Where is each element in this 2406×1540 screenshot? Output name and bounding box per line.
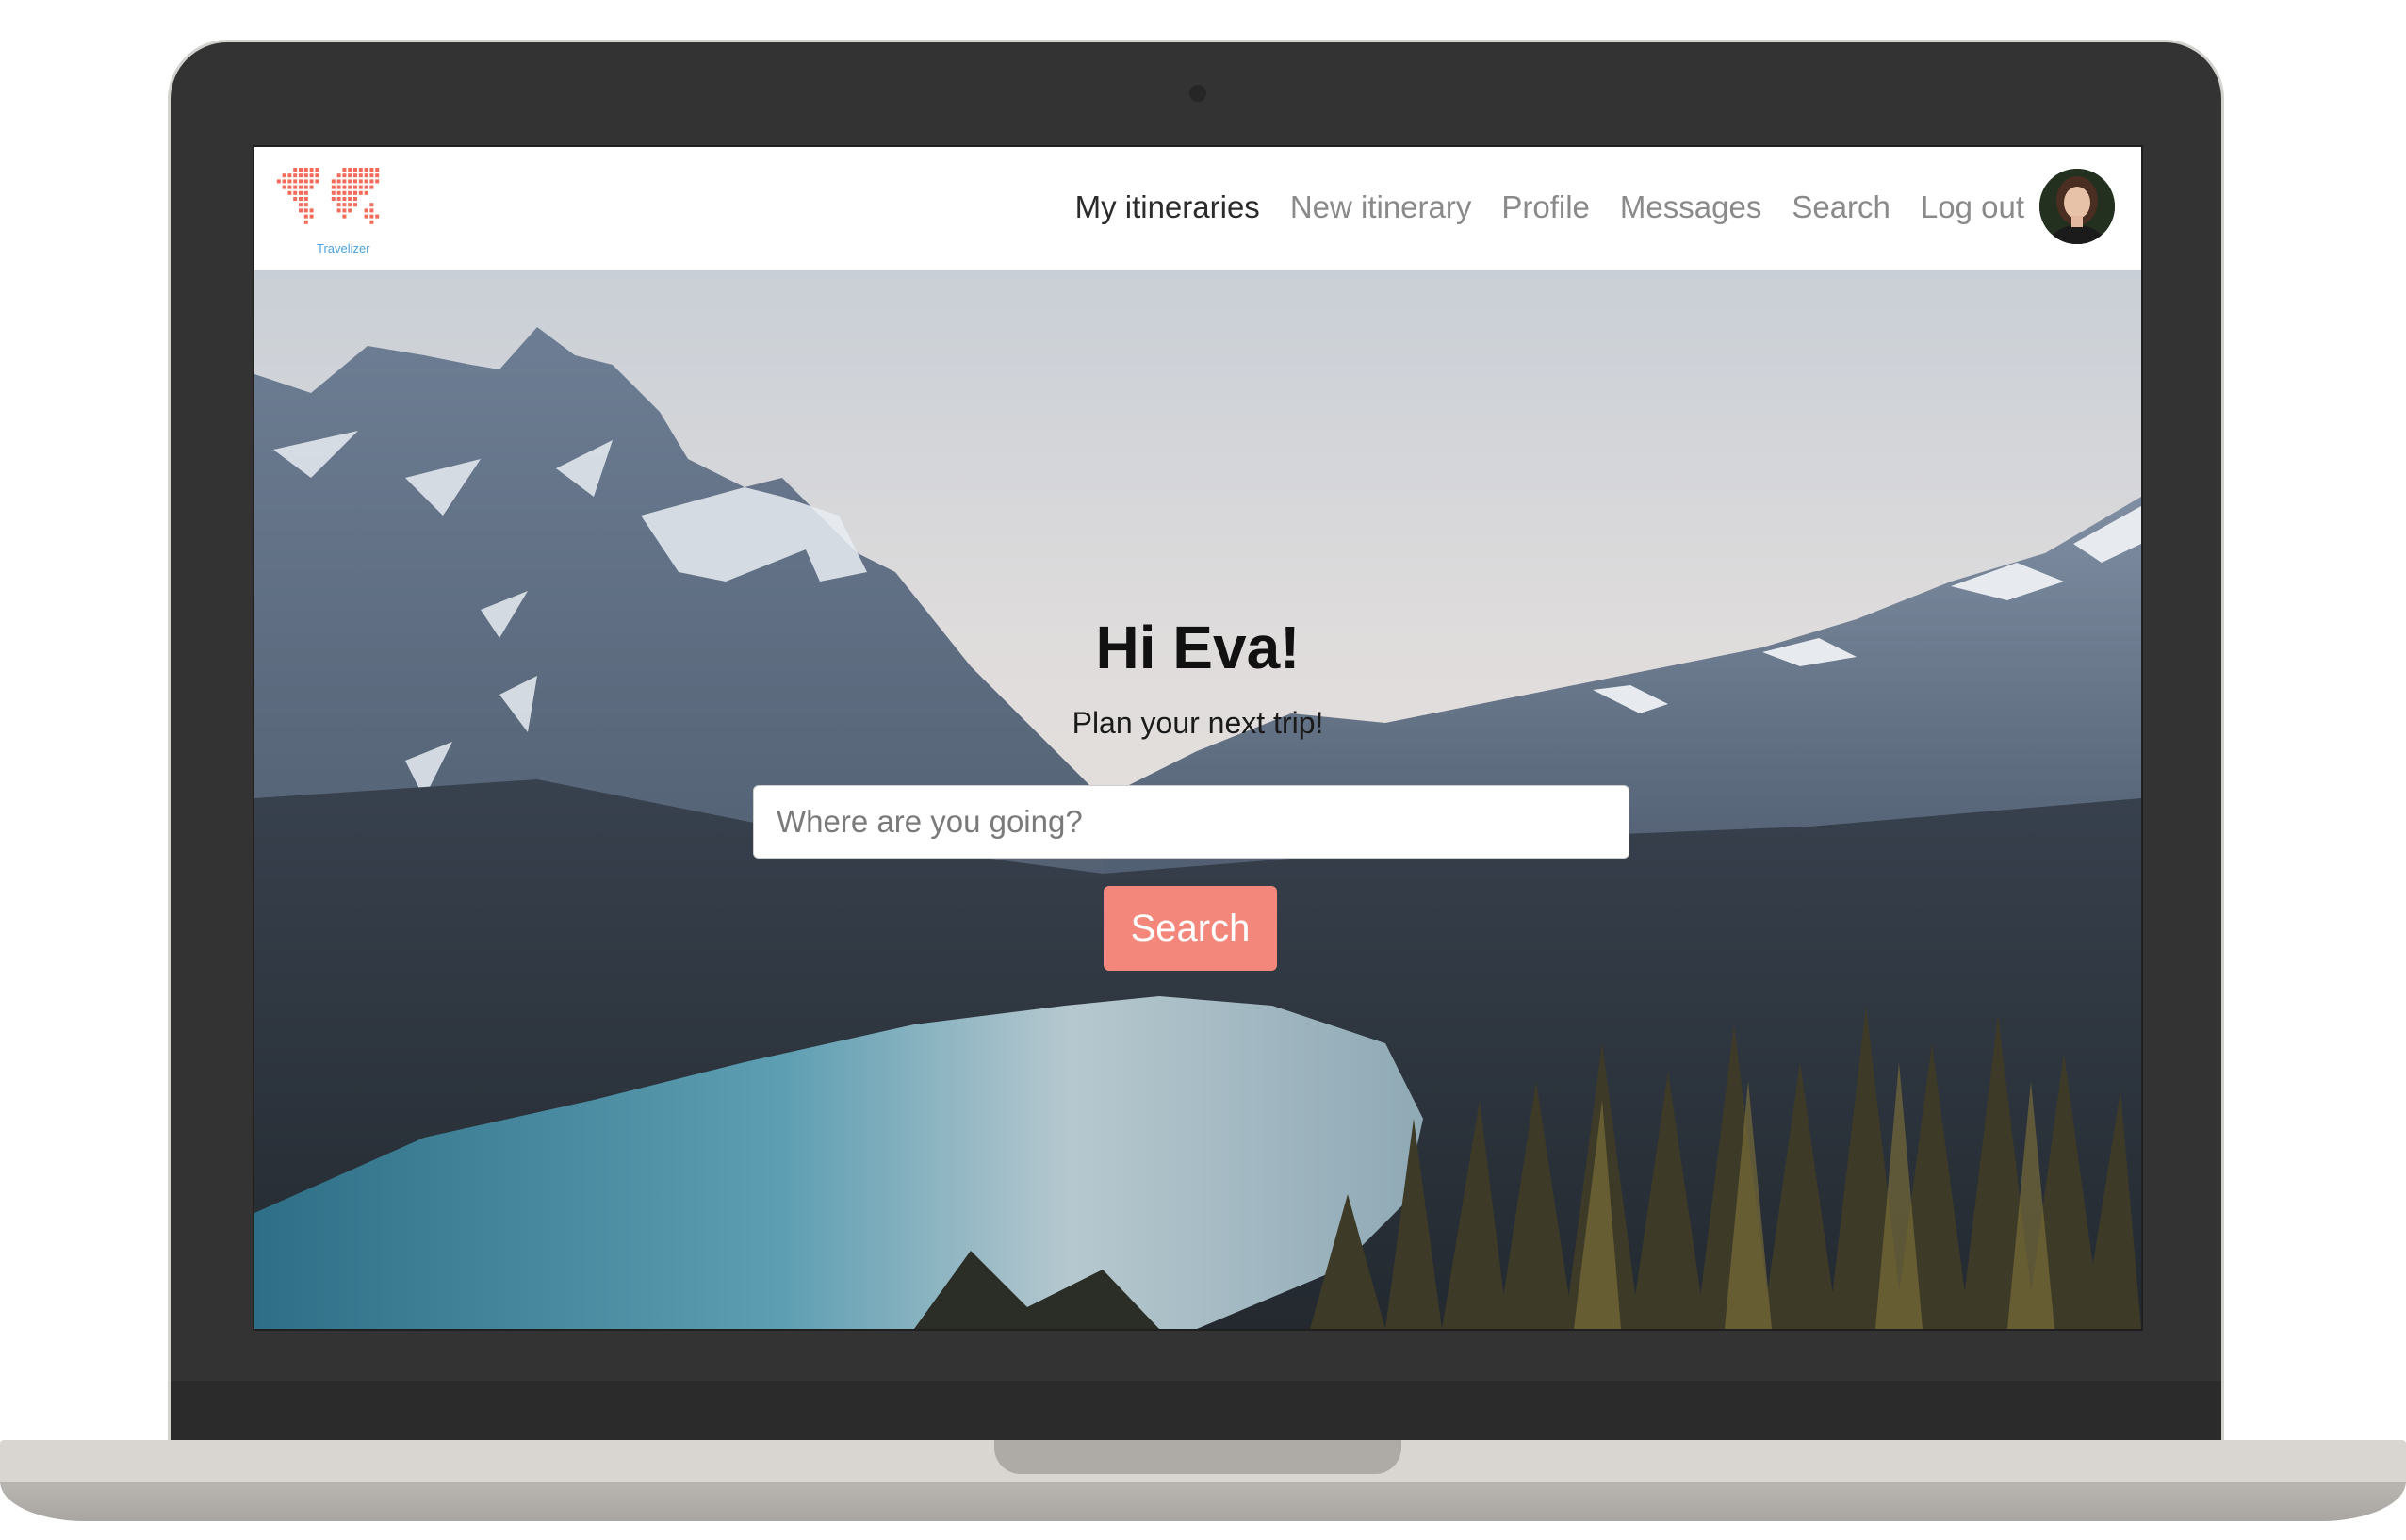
nav-messages[interactable]: Messages bbox=[1620, 188, 1761, 226]
logo-text: Travelizer bbox=[317, 241, 370, 255]
browser-screen: Travelizer My itineraries New itinerary … bbox=[253, 145, 2143, 1331]
greeting-heading: Hi Eva! bbox=[1095, 614, 1301, 681]
laptop-mockup: Travelizer My itineraries New itinerary … bbox=[0, 0, 2406, 1540]
laptop-notch bbox=[994, 1440, 1401, 1474]
avatar[interactable] bbox=[2039, 169, 2115, 244]
navbar: Travelizer My itineraries New itinerary … bbox=[254, 147, 2141, 270]
laptop-bezel-bottom bbox=[171, 1381, 2221, 1442]
search-button[interactable]: Search bbox=[1104, 886, 1277, 971]
greeting-subtitle: Plan your next trip! bbox=[1072, 706, 1324, 740]
nav-log-out[interactable]: Log out bbox=[1921, 188, 2024, 226]
destination-search-input[interactable] bbox=[753, 785, 1629, 859]
user-avatar-icon bbox=[2039, 169, 2115, 244]
nav-new-itinerary[interactable]: New itinerary bbox=[1290, 188, 1472, 226]
world-map-dots-icon bbox=[276, 168, 380, 224]
nav-my-itineraries[interactable]: My itineraries bbox=[1075, 188, 1260, 226]
nav-search[interactable]: Search bbox=[1792, 188, 1890, 226]
main-nav: My itineraries New itinerary Profile Mes… bbox=[1075, 188, 2024, 226]
laptop-base-edge bbox=[0, 1482, 2406, 1521]
nav-profile[interactable]: Profile bbox=[1501, 188, 1590, 226]
webcam-icon bbox=[1189, 85, 1206, 102]
hero-section: Hi Eva! Plan your next trip! Search bbox=[254, 270, 2141, 1329]
app-logo[interactable]: Travelizer bbox=[268, 164, 383, 255]
